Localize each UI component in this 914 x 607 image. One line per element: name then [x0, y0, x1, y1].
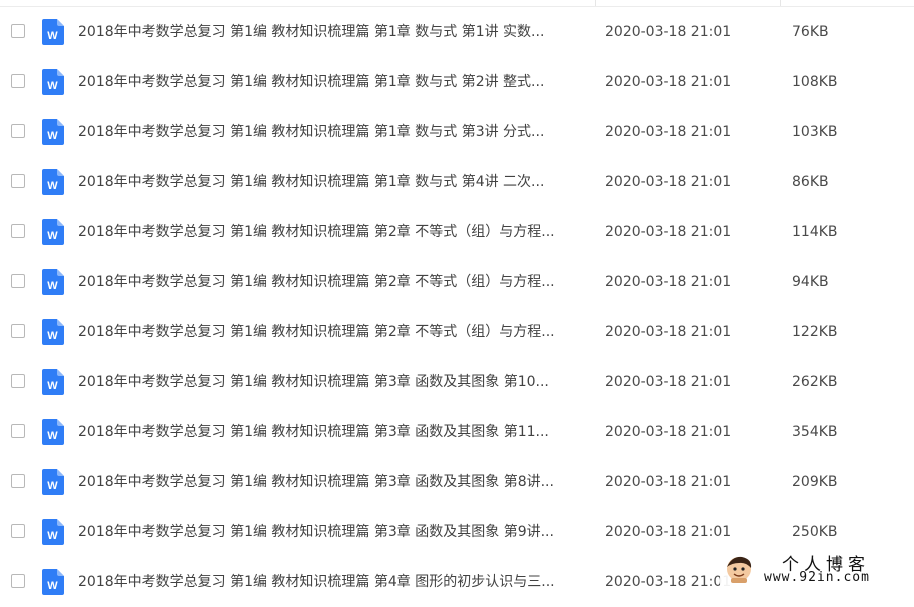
file-modified-date: 2020-03-18 21:01 [605, 274, 732, 290]
svg-text:W: W [47, 230, 58, 242]
watermark: 个人博客 www.92in.com [720, 549, 914, 590]
list-header-edge [0, 0, 914, 7]
file-modified-date: 2020-03-18 21:01 [605, 174, 732, 190]
svg-text:W: W [47, 280, 58, 292]
file-modified-date: 2020-03-18 21:01 [605, 74, 732, 90]
file-modified-date: 2020-03-18 21:01 [605, 424, 732, 440]
file-row[interactable]: W 2018年中考数学总复习 第1编 教材知识梳理篇 第2章 不等式（组）与方程… [0, 257, 914, 307]
file-modified-date: 2020-03-18 21:01 [605, 324, 732, 340]
file-size: 250KB [792, 524, 838, 540]
file-name[interactable]: 2018年中考数学总复习 第1编 教材知识梳理篇 第2章 不等式（组）与方程..… [78, 322, 598, 342]
file-name[interactable]: 2018年中考数学总复习 第1编 教材知识梳理篇 第1章 数与式 第1讲 实数.… [78, 22, 598, 42]
file-size: 103KB [792, 124, 838, 140]
file-name[interactable]: 2018年中考数学总复习 第1编 教材知识梳理篇 第2章 不等式（组）与方程..… [78, 272, 598, 292]
row-checkbox[interactable] [11, 324, 25, 338]
file-modified-date: 2020-03-18 21:01 [605, 574, 732, 590]
word-document-icon: W [42, 69, 64, 95]
row-checkbox[interactable] [11, 24, 25, 38]
svg-text:W: W [47, 530, 58, 542]
file-name[interactable]: 2018年中考数学总复习 第1编 教材知识梳理篇 第3章 函数及其图象 第8讲.… [78, 472, 598, 492]
svg-text:W: W [47, 180, 58, 192]
file-size: 122KB [792, 324, 838, 340]
file-row[interactable]: W 2018年中考数学总复习 第1编 教材知识梳理篇 第3章 函数及其图象 第1… [0, 407, 914, 457]
file-name[interactable]: 2018年中考数学总复习 第1编 教材知识梳理篇 第3章 函数及其图象 第11.… [78, 422, 598, 442]
file-size: 262KB [792, 374, 838, 390]
row-checkbox[interactable] [11, 274, 25, 288]
word-document-icon: W [42, 519, 64, 545]
file-modified-date: 2020-03-18 21:01 [605, 124, 732, 140]
file-row[interactable]: W 2018年中考数学总复习 第1编 教材知识梳理篇 第1章 数与式 第2讲 整… [0, 57, 914, 107]
row-checkbox[interactable] [11, 474, 25, 488]
watermark-avatar-icon [724, 554, 754, 584]
row-checkbox[interactable] [11, 174, 25, 188]
svg-text:W: W [47, 480, 58, 492]
svg-text:W: W [47, 330, 58, 342]
row-checkbox[interactable] [11, 224, 25, 238]
svg-text:W: W [47, 30, 58, 42]
row-checkbox[interactable] [11, 374, 25, 388]
file-name[interactable]: 2018年中考数学总复习 第1编 教材知识梳理篇 第1章 数与式 第2讲 整式.… [78, 72, 598, 92]
row-checkbox[interactable] [11, 424, 25, 438]
file-size: 209KB [792, 474, 838, 490]
file-row[interactable]: W 2018年中考数学总复习 第1编 教材知识梳理篇 第1章 数与式 第4讲 二… [0, 157, 914, 207]
file-name[interactable]: 2018年中考数学总复习 第1编 教材知识梳理篇 第1章 数与式 第3讲 分式.… [78, 122, 598, 142]
svg-text:W: W [47, 380, 58, 392]
column-separator [595, 0, 596, 6]
file-row[interactable]: W 2018年中考数学总复习 第1编 教材知识梳理篇 第1章 数与式 第3讲 分… [0, 107, 914, 157]
word-document-icon: W [42, 219, 64, 245]
svg-text:W: W [47, 130, 58, 142]
file-row[interactable]: W 2018年中考数学总复习 第1编 教材知识梳理篇 第3章 函数及其图象 第1… [0, 357, 914, 407]
file-size: 86KB [792, 174, 829, 190]
file-modified-date: 2020-03-18 21:01 [605, 474, 732, 490]
word-document-icon: W [42, 19, 64, 45]
svg-text:W: W [47, 430, 58, 442]
file-size: 94KB [792, 274, 829, 290]
file-modified-date: 2020-03-18 21:01 [605, 24, 732, 40]
file-name[interactable]: 2018年中考数学总复习 第1编 教材知识梳理篇 第3章 函数及其图象 第9讲.… [78, 522, 598, 542]
word-document-icon: W [42, 419, 64, 445]
word-document-icon: W [42, 119, 64, 145]
file-name[interactable]: 2018年中考数学总复习 第1编 教材知识梳理篇 第2章 不等式（组）与方程..… [78, 222, 598, 242]
file-modified-date: 2020-03-18 21:01 [605, 374, 732, 390]
row-checkbox[interactable] [11, 524, 25, 538]
svg-text:W: W [47, 80, 58, 92]
word-document-icon: W [42, 569, 64, 595]
file-row[interactable]: W 2018年中考数学总复习 第1编 教材知识梳理篇 第1章 数与式 第1讲 实… [0, 7, 914, 57]
word-document-icon: W [42, 319, 64, 345]
word-document-icon: W [42, 469, 64, 495]
file-name[interactable]: 2018年中考数学总复习 第1编 教材知识梳理篇 第4章 图形的初步认识与三..… [78, 572, 598, 592]
file-row[interactable]: W 2018年中考数学总复习 第1编 教材知识梳理篇 第2章 不等式（组）与方程… [0, 207, 914, 257]
row-checkbox[interactable] [11, 574, 25, 588]
svg-text:W: W [47, 580, 58, 592]
file-row[interactable]: W 2018年中考数学总复习 第1编 教材知识梳理篇 第2章 不等式（组）与方程… [0, 307, 914, 357]
word-document-icon: W [42, 169, 64, 195]
row-checkbox[interactable] [11, 74, 25, 88]
file-size: 108KB [792, 74, 838, 90]
file-modified-date: 2020-03-18 21:01 [605, 524, 732, 540]
watermark-url: www.92in.com [764, 570, 870, 585]
file-name[interactable]: 2018年中考数学总复习 第1编 教材知识梳理篇 第1章 数与式 第4讲 二次.… [78, 172, 598, 192]
column-separator [780, 0, 781, 6]
word-document-icon: W [42, 269, 64, 295]
word-document-icon: W [42, 369, 64, 395]
file-size: 354KB [792, 424, 838, 440]
file-modified-date: 2020-03-18 21:01 [605, 224, 732, 240]
file-list: W 2018年中考数学总复习 第1编 教材知识梳理篇 第1章 数与式 第1讲 实… [0, 7, 914, 607]
file-size: 114KB [792, 224, 838, 240]
row-checkbox[interactable] [11, 124, 25, 138]
file-row[interactable]: W 2018年中考数学总复习 第1编 教材知识梳理篇 第3章 函数及其图象 第8… [0, 457, 914, 507]
file-name[interactable]: 2018年中考数学总复习 第1编 教材知识梳理篇 第3章 函数及其图象 第10.… [78, 372, 598, 392]
file-size: 76KB [792, 24, 829, 40]
